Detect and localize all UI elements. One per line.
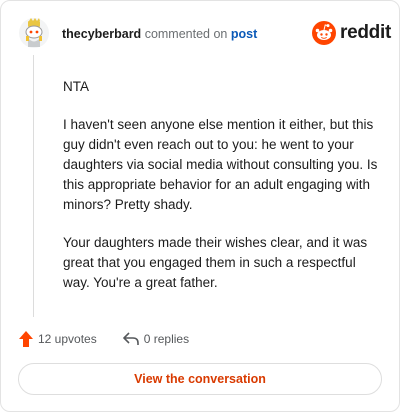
upvote-count: 12 upvotes xyxy=(38,332,97,346)
commented-text: commented on xyxy=(144,27,228,41)
reddit-logo[interactable]: reddit xyxy=(312,21,391,45)
comment-paragraph: Your daughters made their wishes clear, … xyxy=(63,235,368,290)
view-conversation-label: View the conversation xyxy=(134,372,266,386)
replies-button[interactable]: 0 replies xyxy=(122,332,190,346)
comment-body: NTA I haven't seen anyone else mention i… xyxy=(63,77,381,311)
thread-line xyxy=(33,55,34,317)
replies-count: 0 replies xyxy=(143,332,190,346)
reddit-snoo-icon xyxy=(312,21,336,45)
avatar[interactable] xyxy=(19,18,49,48)
comment-actions: 12 upvotes 0 replies xyxy=(19,331,189,347)
comment-header: thecyberbard commented on post xyxy=(62,27,257,41)
upvote-arrow-icon xyxy=(19,331,33,347)
comment-paragraph: I haven't seen anyone else mention it ei… xyxy=(63,117,378,212)
comment-card: thecyberbard commented on post reddit NT… xyxy=(0,0,400,412)
reply-arrow-icon xyxy=(122,332,139,345)
view-conversation-button[interactable]: View the conversation xyxy=(18,363,382,395)
upvote-button[interactable]: 12 upvotes xyxy=(19,331,97,347)
reddit-wordmark: reddit xyxy=(340,22,391,43)
comment-paragraph: NTA xyxy=(63,79,89,94)
post-link[interactable]: post xyxy=(231,27,257,41)
username[interactable]: thecyberbard xyxy=(62,27,141,41)
avatar-icon xyxy=(19,18,49,48)
